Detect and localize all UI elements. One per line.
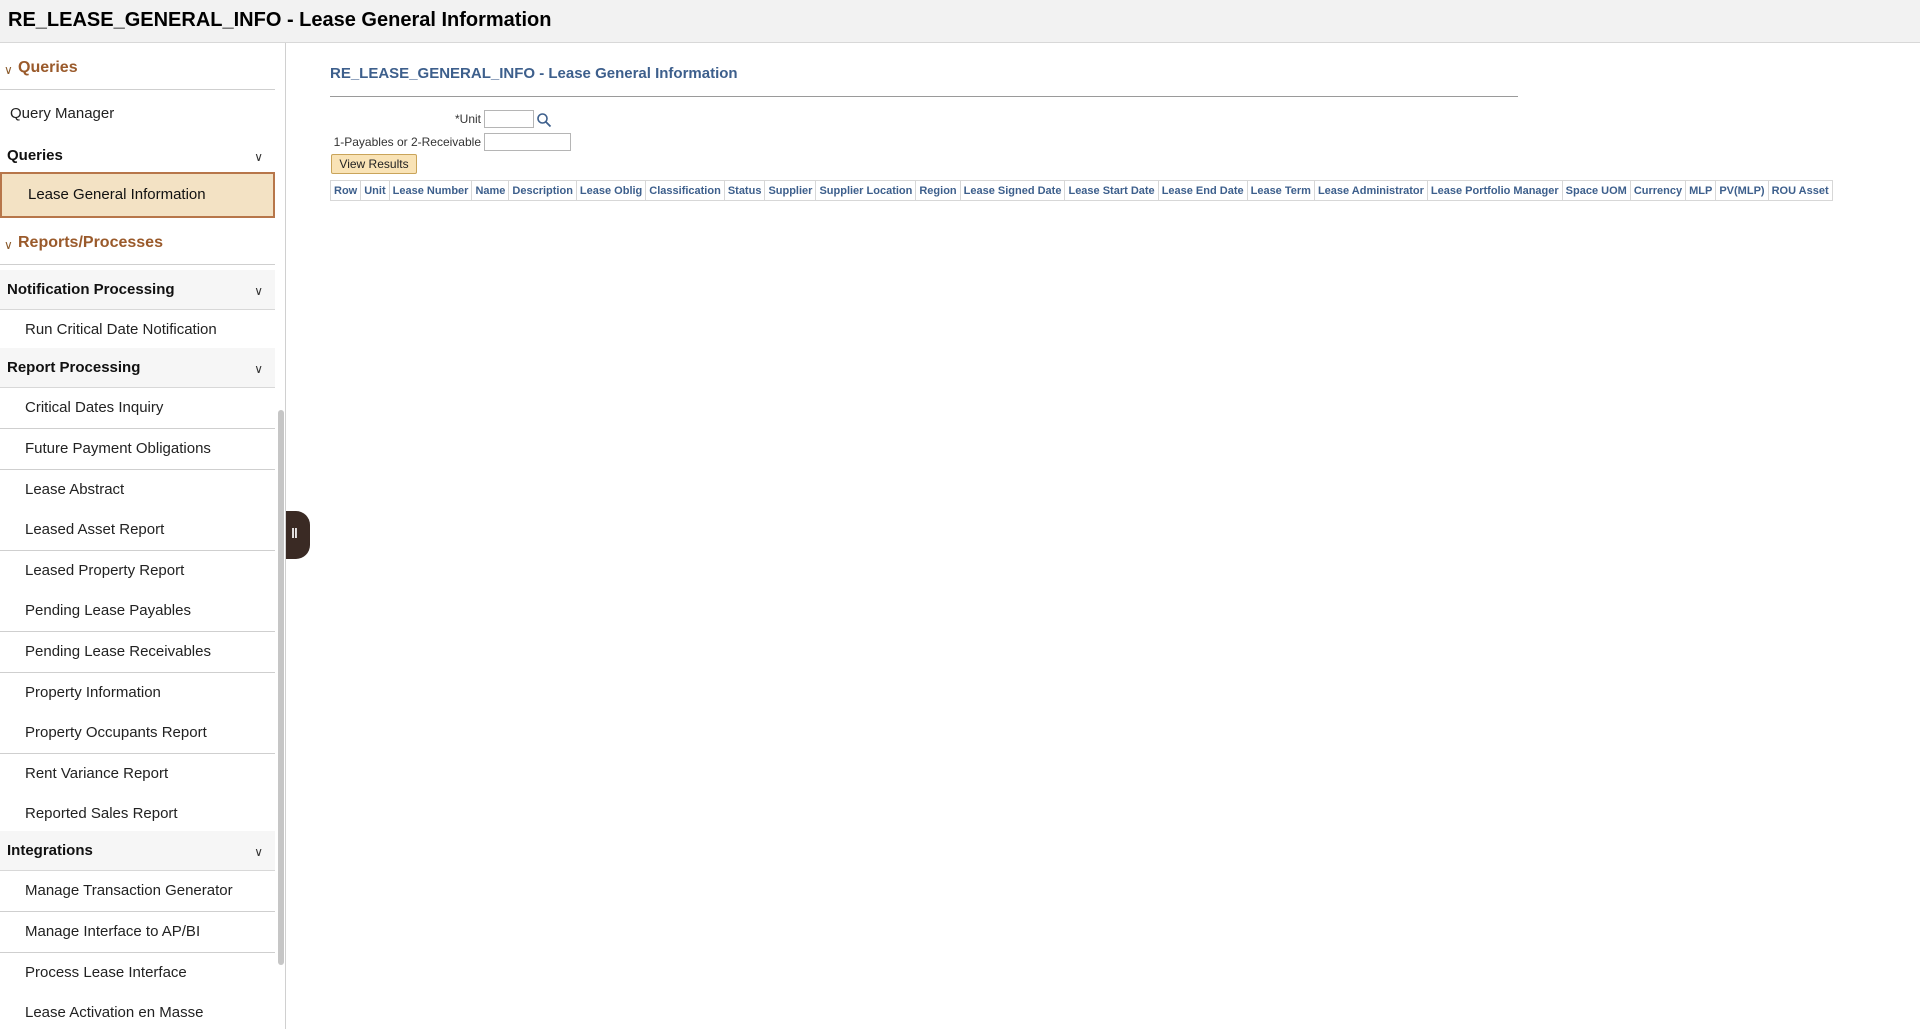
main-content: RE_LEASE_GENERAL_INFO - Lease General In… (287, 43, 1920, 1029)
search-icon[interactable] (536, 112, 552, 128)
page-title: RE_LEASE_GENERAL_INFO - Lease General In… (330, 65, 738, 82)
group-report-processing[interactable]: Report Processing ∨ (0, 348, 275, 388)
sidebar-item-property-occupants-report[interactable]: Property Occupants Report (0, 713, 275, 754)
sidebar-item-pending-lease-receivables[interactable]: Pending Lease Receivables (0, 632, 275, 673)
sidebar-item-lease-general-information[interactable]: Lease General Information (0, 172, 275, 218)
sidebar-item-run-critical-date-notification[interactable]: Run Critical Date Notification (0, 310, 275, 351)
column-header[interactable]: Status (723, 180, 766, 201)
group-report-label: Report Processing (7, 359, 141, 376)
column-header[interactable]: Lease Portfolio Manager (1426, 180, 1563, 201)
sidebar-item-lease-activation-en-masse[interactable]: Lease Activation en Masse (0, 993, 275, 1029)
sidebar-item-label: Leased Asset Report (25, 521, 165, 538)
column-header[interactable]: Supplier Location (815, 180, 917, 201)
column-header[interactable]: Lease Signed Date (959, 180, 1066, 201)
sidebar-item-label: Rent Variance Report (25, 765, 169, 782)
column-header[interactable]: Lease Term (1246, 180, 1315, 201)
section-reports-label: Reports/Processes (18, 234, 163, 251)
sidebar-item-pending-lease-payables[interactable]: Pending Lease Payables (0, 591, 275, 632)
section-queries[interactable]: ∨ Queries (0, 50, 275, 90)
sidebar-item-property-information[interactable]: Property Information (0, 673, 275, 714)
sidebar-item-manage-transaction-generator[interactable]: Manage Transaction Generator (0, 871, 275, 912)
group-integrations-label: Integrations (7, 842, 93, 859)
sidebar-item-critical-dates-inquiry[interactable]: Critical Dates Inquiry (0, 388, 275, 429)
group-queries[interactable]: Queries ∨ (0, 136, 275, 176)
chevron-down-icon: ∨ (4, 63, 13, 77)
payables-receivable-input[interactable] (484, 133, 571, 151)
column-header[interactable]: Lease Administrator (1313, 180, 1428, 201)
sidebar-item-label: Run Critical Date Notification (25, 321, 217, 338)
window-titlebar: RE_LEASE_GENERAL_INFO - Lease General In… (0, 0, 1920, 43)
group-notification-label: Notification Processing (7, 281, 175, 298)
chevron-down-icon: ∨ (4, 238, 13, 252)
unit-label: *Unit (454, 112, 481, 126)
query-manager-link[interactable]: Query Manager (10, 105, 114, 122)
group-queries-label: Queries (7, 147, 63, 164)
sidebar-item-label: Critical Dates Inquiry (25, 399, 164, 416)
results-table: Row Unit Lease Number Name Description L… (329, 180, 1833, 201)
column-header[interactable]: Lease End Date (1157, 180, 1248, 201)
column-header[interactable]: Region (915, 180, 961, 201)
title-divider (330, 96, 1518, 97)
column-header[interactable]: Supplier (764, 180, 817, 201)
section-queries-label: Queries (18, 59, 78, 76)
sidebar-item-label: Property Information (25, 684, 161, 701)
sidebar-item-label: Lease General Information (28, 186, 206, 203)
column-header[interactable]: Name (471, 180, 510, 201)
section-reports-processes[interactable]: ∨ Reports/Processes (0, 225, 275, 265)
sidebar-item-label: Lease Activation en Masse (25, 1004, 204, 1021)
sidebar-item-reported-sales-report[interactable]: Reported Sales Report (0, 794, 275, 835)
chevron-down-icon: ∨ (254, 150, 263, 164)
column-header[interactable]: Lease Number (388, 180, 473, 201)
sidebar-item-label: Manage Transaction Generator (25, 882, 233, 899)
column-header[interactable]: ROU Asset (1767, 180, 1833, 201)
column-header[interactable]: Row (329, 180, 362, 201)
sidebar-item-rent-variance-report[interactable]: Rent Variance Report (0, 754, 275, 795)
sidebar-scrollbar[interactable] (278, 410, 284, 965)
table-header-row: Row Unit Lease Number Name Description L… (329, 180, 1833, 201)
column-header[interactable]: Classification (645, 180, 725, 201)
column-header[interactable]: Lease Start Date (1064, 180, 1159, 201)
sidebar-item-label: Reported Sales Report (25, 805, 178, 822)
column-header[interactable]: Unit (360, 180, 390, 201)
sidebar-item-process-lease-interface[interactable]: Process Lease Interface (0, 953, 275, 994)
sidebar-item-leased-asset-report[interactable]: Leased Asset Report (0, 510, 275, 551)
sidebar-item-label: Pending Lease Receivables (25, 643, 211, 660)
sidebar-item-label: Future Payment Obligations (25, 440, 211, 457)
unit-input[interactable] (484, 110, 534, 128)
group-notification-processing[interactable]: Notification Processing ∨ (0, 270, 275, 310)
sidebar-item-label: Lease Abstract (25, 481, 125, 498)
sidebar-item-label: Leased Property Report (25, 562, 185, 579)
column-header[interactable]: Currency (1629, 180, 1687, 201)
sidebar-item-lease-abstract[interactable]: Lease Abstract (0, 470, 275, 511)
chevron-down-icon: ∨ (254, 362, 263, 376)
sidebar-item-future-payment-obligations[interactable]: Future Payment Obligations (0, 429, 275, 470)
window-title: RE_LEASE_GENERAL_INFO - Lease General In… (8, 9, 552, 31)
sidebar-item-label: Process Lease Interface (25, 964, 187, 981)
view-results-button[interactable]: View Results (331, 154, 417, 174)
payables-receivable-label: 1-Payables or 2-Receivable (333, 135, 481, 149)
sidebar-item-label: Manage Interface to AP/BI (25, 923, 201, 940)
chevron-down-icon: ∨ (254, 845, 263, 859)
column-header[interactable]: Space UOM (1561, 180, 1631, 201)
column-header[interactable]: Description (508, 180, 577, 201)
sidebar-item-label: Pending Lease Payables (25, 602, 191, 619)
column-header[interactable]: MLP (1685, 180, 1717, 201)
group-integrations[interactable]: Integrations ∨ (0, 831, 275, 871)
sidebar: ∨ Queries Query Manager Queries ∨ Lease … (0, 43, 286, 1029)
column-header[interactable]: Lease Oblig (575, 180, 647, 201)
sidebar-item-leased-property-report[interactable]: Leased Property Report (0, 551, 275, 592)
column-header[interactable]: PV(MLP) (1715, 180, 1769, 201)
sidebar-item-manage-interface-ap-bi[interactable]: Manage Interface to AP/BI (0, 912, 275, 953)
sidebar-item-label: Property Occupants Report (25, 724, 207, 741)
chevron-down-icon: ∨ (254, 284, 263, 298)
